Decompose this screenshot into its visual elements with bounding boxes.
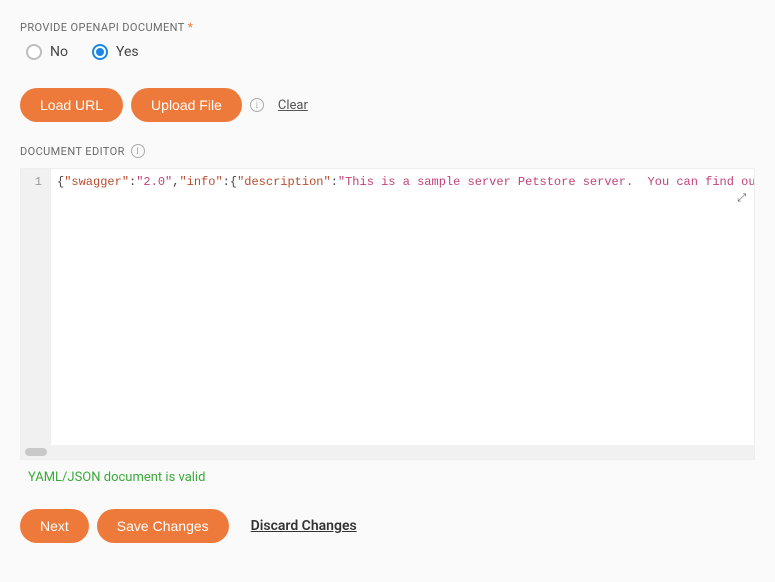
document-editor: 1 {"swagger":"2.0","info":{"description"… [20, 168, 755, 460]
next-button[interactable]: Next [20, 509, 89, 543]
discard-changes-link[interactable]: Discard Changes [251, 518, 357, 534]
scrollbar-thumb[interactable] [25, 448, 47, 456]
document-editor-label-text: DOCUMENT EDITOR [20, 145, 125, 158]
line-number: 1 [21, 173, 42, 191]
code-token: "description" [237, 175, 331, 189]
radio-circle-selected-icon [92, 44, 108, 60]
provide-openapi-label: PROVIDE OPENAPI DOCUMENT* [20, 20, 755, 34]
provide-openapi-label-text: PROVIDE OPENAPI DOCUMENT [20, 21, 185, 34]
radio-dot-icon [96, 48, 104, 56]
code-token: "info" [179, 175, 222, 189]
code-token: "This is a sample server Petstore server… [338, 175, 754, 189]
radio-option-no[interactable]: No [26, 44, 68, 60]
footer-actions: Next Save Changes Discard Changes [20, 509, 755, 543]
editor-body[interactable]: 1 {"swagger":"2.0","info":{"description"… [21, 169, 754, 445]
load-url-button[interactable]: Load URL [20, 88, 123, 122]
info-icon[interactable]: i [131, 144, 145, 158]
radio-option-yes[interactable]: Yes [92, 44, 139, 60]
editor-gutter: 1 [21, 169, 51, 445]
expand-icon[interactable]: ⤢ [737, 191, 746, 205]
document-source-actions: Load URL Upload File i Clear [20, 88, 755, 122]
upload-file-button[interactable]: Upload File [131, 88, 242, 122]
code-token: :{ [223, 175, 237, 189]
info-icon[interactable]: i [250, 98, 264, 112]
radio-circle-icon [26, 44, 42, 60]
openapi-radio-group: No Yes [20, 44, 755, 60]
save-changes-button[interactable]: Save Changes [97, 509, 229, 543]
editor-code-area[interactable]: {"swagger":"2.0","info":{"description":"… [51, 169, 754, 445]
code-token: : [331, 175, 338, 189]
code-token: "2.0" [136, 175, 172, 189]
horizontal-scrollbar[interactable] [21, 445, 754, 459]
document-editor-label: DOCUMENT EDITOR i [20, 144, 755, 158]
clear-link[interactable]: Clear [278, 98, 308, 113]
radio-label-no: No [50, 44, 68, 60]
validation-message: YAML/JSON document is valid [28, 470, 755, 485]
radio-label-yes: Yes [116, 44, 139, 60]
required-star: * [188, 20, 194, 34]
code-token: "swagger" [64, 175, 129, 189]
